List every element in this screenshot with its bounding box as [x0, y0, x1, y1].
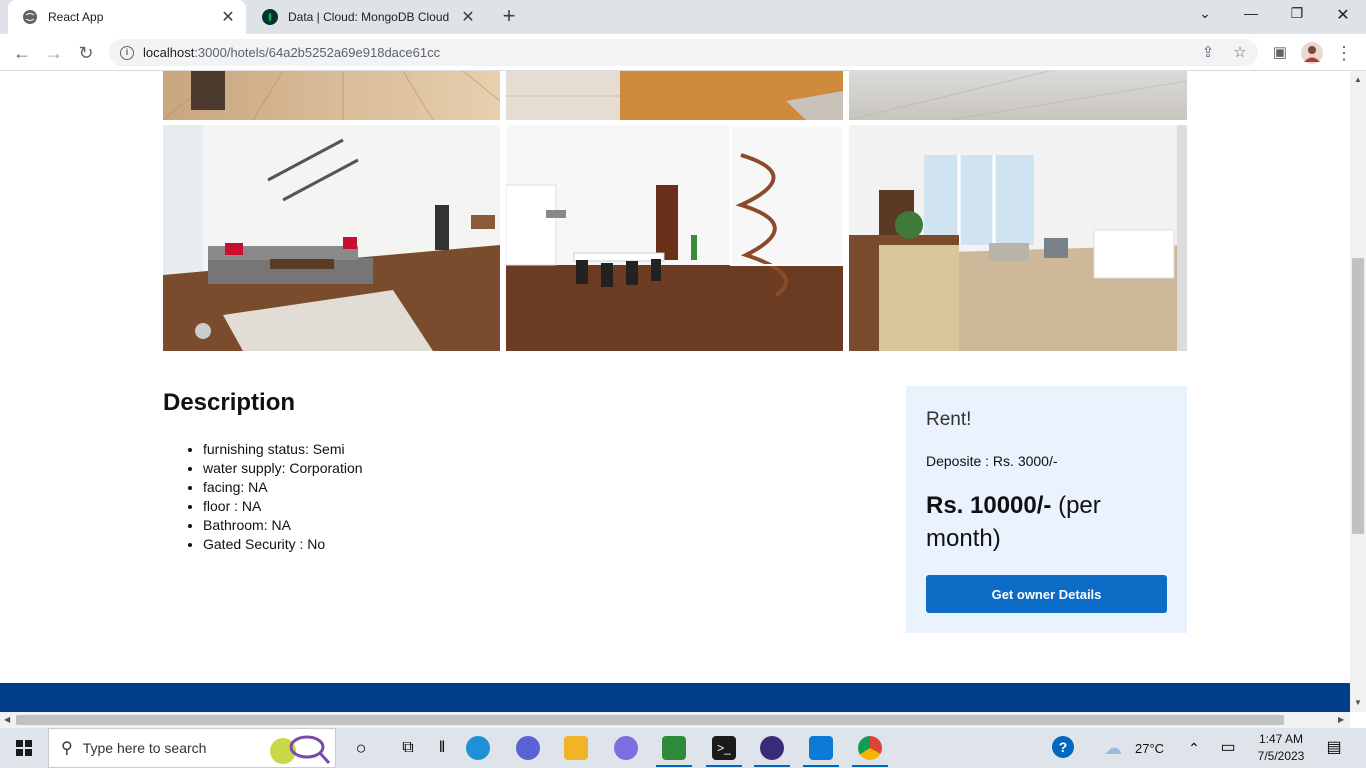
description-heading: Description [163, 389, 296, 416]
site-info-icon[interactable]: i [120, 45, 134, 60]
copilot-icon[interactable] [516, 736, 540, 760]
tab-title: Data | Cloud: MongoDB Cloud [288, 10, 450, 24]
taskbar-search-box[interactable]: ⚲ Type here to search [48, 728, 336, 768]
active-indicator [656, 765, 692, 767]
bookmark-star-icon[interactable]: ☆ [1228, 39, 1252, 66]
terminal-icon[interactable]: >_ [712, 736, 736, 760]
globe-icon [22, 9, 38, 25]
vertical-scrollbar[interactable]: ▲ ▼ [1350, 71, 1366, 712]
gallery-photo-1[interactable] [163, 71, 500, 120]
price-amount: Rs. 10000/- [926, 492, 1052, 519]
rent-heading: Rent! [926, 409, 972, 430]
clock-date: 7/5/2023 [1257, 749, 1305, 763]
notifications-icon[interactable]: ▤ [1322, 736, 1346, 760]
tab-title: React App [48, 10, 104, 24]
active-indicator [706, 765, 742, 767]
vertical-scroll-thumb[interactable] [1352, 258, 1364, 534]
app-icon[interactable] [614, 736, 638, 760]
temperature-text[interactable]: 27°C [1135, 741, 1164, 756]
tab-search-chevron-icon[interactable]: ⌄ [1182, 5, 1228, 27]
scroll-up-arrow-icon[interactable]: ▲ [1354, 75, 1362, 84]
minimize-button[interactable]: — [1228, 5, 1274, 27]
get-owner-details-button[interactable]: Get owner Details [926, 575, 1167, 613]
list-item: Gated Security : No [203, 535, 363, 554]
taskbar: ⚲ Type here to search ○ ⧉ ‖ >_ ? ☁ 27°C … [0, 728, 1366, 768]
show-hidden-icons-chevron-icon[interactable]: ⌃ [1182, 736, 1206, 760]
eclipse-icon[interactable] [760, 736, 784, 760]
page-viewport: Description furnishing status: Semi wate… [0, 71, 1350, 712]
menu-kebab-icon[interactable]: ⋮ [1331, 40, 1357, 66]
task-view-icon[interactable]: ⧉ [396, 736, 420, 760]
horizontal-scroll-thumb[interactable] [16, 715, 1284, 725]
tab-mongodb[interactable]: Data | Cloud: MongoDB Cloud ✕ [248, 0, 486, 34]
gallery-photo-2[interactable] [506, 71, 843, 120]
system-clock[interactable]: 1:47 AM 7/5/2023 [1254, 731, 1308, 765]
forward-button[interactable]: → [41, 40, 67, 66]
list-item: Bathroom: NA [203, 516, 363, 535]
cortana-icon[interactable]: ○ [349, 736, 373, 760]
notepad-icon[interactable] [662, 736, 686, 760]
list-item: facing: NA [203, 478, 363, 497]
deposit-text: Deposite : Rs. 3000/- [926, 453, 1058, 469]
active-indicator [754, 765, 790, 767]
windows-start-icon[interactable] [0, 728, 48, 768]
display-icon[interactable]: ▭ [1216, 736, 1240, 760]
search-placeholder: Type here to search [82, 740, 207, 756]
features-list: furnishing status: Semi water supply: Co… [203, 440, 363, 554]
horizontal-scrollbar[interactable]: ◀ ▶ [0, 712, 1350, 728]
price-text: Rs. 10000/- (per month) [926, 489, 1171, 555]
active-indicator [803, 765, 839, 767]
list-item: water supply: Corporation [203, 459, 363, 478]
scroll-left-arrow-icon[interactable]: ◀ [4, 715, 10, 724]
scroll-right-arrow-icon[interactable]: ▶ [1338, 715, 1344, 724]
search-icon: ⚲ [61, 740, 73, 757]
footer-bar [0, 683, 1350, 712]
tab-react-app[interactable]: React App ✕ [8, 0, 246, 34]
scroll-down-arrow-icon[interactable]: ▼ [1354, 698, 1362, 707]
mongodb-leaf-icon [262, 9, 278, 25]
reload-button[interactable]: ↻ [73, 40, 99, 66]
address-bar[interactable]: i localhost:3000/hotels/64a2b5252a69e918… [109, 39, 1258, 66]
gallery-photo-dining-kitchen[interactable] [849, 125, 1187, 351]
back-button[interactable]: ← [9, 40, 35, 66]
clock-time: 1:47 AM [1258, 732, 1304, 746]
help-icon[interactable]: ? [1052, 736, 1074, 758]
vscode-icon[interactable] [809, 736, 833, 760]
profile-avatar[interactable] [1299, 40, 1325, 66]
weather-cloud-icon[interactable]: ☁ [1104, 736, 1128, 760]
widgets-divider-icon: ‖ [438, 739, 446, 756]
side-panel-icon[interactable]: ▣ [1267, 40, 1293, 66]
close-window-button[interactable]: ✕ [1320, 5, 1366, 27]
close-tab-icon[interactable]: ✕ [218, 7, 238, 27]
gallery-photo-dining-stairs[interactable] [506, 125, 843, 351]
gallery-photo-living-room[interactable] [163, 125, 500, 351]
gallery-photo-3[interactable] [849, 71, 1187, 120]
new-tab-button[interactable]: + [497, 5, 521, 29]
list-item: floor : NA [203, 497, 363, 516]
restore-button[interactable]: ❐ [1274, 5, 1320, 27]
tennis-racket-icon [270, 735, 331, 765]
list-item: furnishing status: Semi [203, 440, 363, 459]
active-indicator [852, 765, 888, 767]
rent-card: Rent! Deposite : Rs. 3000/- Rs. 10000/- … [906, 386, 1187, 633]
close-tab-icon[interactable]: ✕ [458, 7, 478, 27]
browser-toolbar: ← → ↻ i localhost:3000/hotels/64a2b5252a… [0, 34, 1366, 71]
url-text: localhost:3000/hotels/64a2b5252a69e918da… [143, 45, 441, 60]
share-icon[interactable]: ⇪ [1196, 39, 1220, 66]
chrome-icon[interactable] [858, 736, 882, 760]
tab-strip: React App ✕ Data | Cloud: MongoDB Cloud … [0, 0, 1366, 34]
edge-icon[interactable] [466, 736, 490, 760]
file-explorer-icon[interactable] [564, 736, 588, 760]
